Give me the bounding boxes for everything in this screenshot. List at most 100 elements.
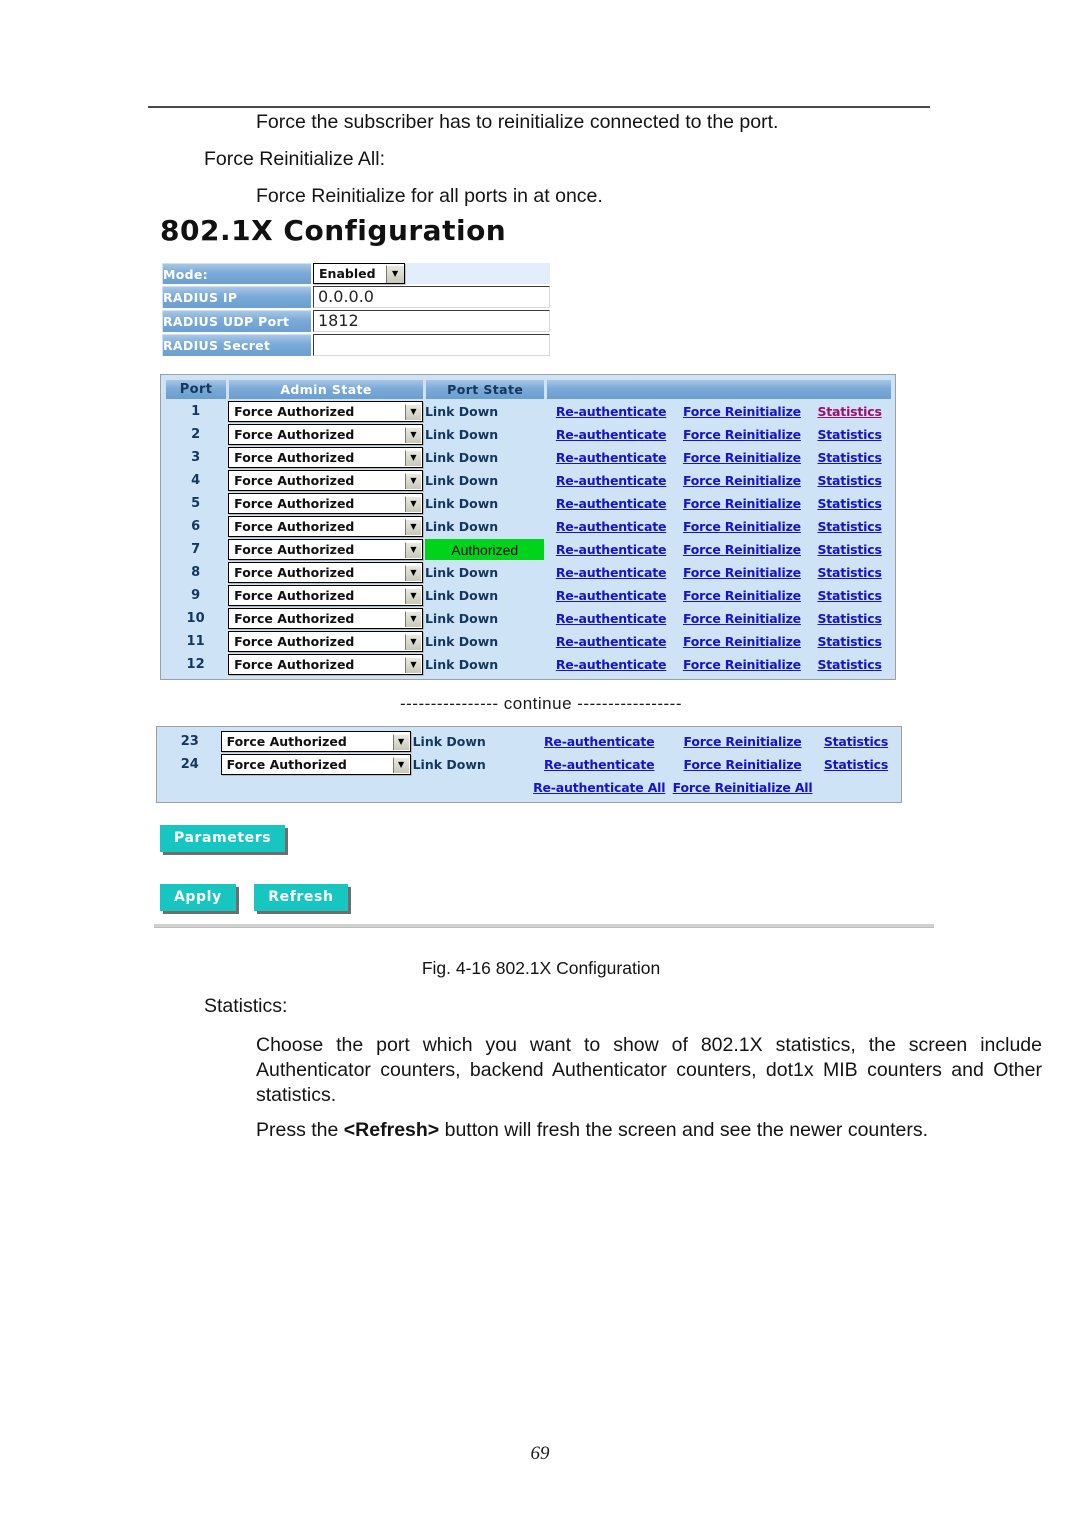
chevron-down-icon[interactable]: ▼ xyxy=(404,472,421,489)
admin-state-select[interactable]: Force Authorized ▼ xyxy=(228,424,423,445)
cell-admin-state: Force Authorized ▼ xyxy=(220,731,411,752)
reauthenticate-link[interactable]: Re-authenticate xyxy=(556,496,667,511)
reauthenticate-link[interactable]: Re-authenticate xyxy=(556,611,667,626)
force-reinitialize-link[interactable]: Force Reinitialize xyxy=(683,404,801,419)
force-reinitialize-link[interactable]: Force Reinitialize xyxy=(684,734,802,749)
chevron-down-icon[interactable]: ▼ xyxy=(404,403,421,420)
force-reinitialize-link[interactable]: Force Reinitialize xyxy=(684,757,802,772)
admin-state-select[interactable]: Force Authorized ▼ xyxy=(228,470,423,491)
admin-state-select[interactable]: Force Authorized ▼ xyxy=(220,754,411,775)
reauthenticate-link[interactable]: Re-authenticate xyxy=(556,473,667,488)
reauthenticate-link[interactable]: Re-authenticate xyxy=(556,404,667,419)
chevron-down-icon[interactable]: ▼ xyxy=(404,587,421,604)
cell-admin-state: Force Authorized ▼ xyxy=(220,754,411,775)
table-row: 7 Force Authorized ▼ Authorized Re-authentic… xyxy=(165,539,891,560)
form-row-radius-secret: RADIUS Secret xyxy=(162,334,550,356)
statistics-link[interactable]: Statistics xyxy=(817,450,881,465)
chevron-down-icon[interactable]: ▼ xyxy=(404,633,421,650)
admin-state-select[interactable]: Force Authorized ▼ xyxy=(228,401,423,422)
reauthenticate-link[interactable]: Re-authenticate xyxy=(544,734,655,749)
statistics-link[interactable]: Statistics xyxy=(817,496,881,511)
refresh-note-pre: Press the xyxy=(256,1119,344,1141)
chevron-down-icon[interactable]: ▼ xyxy=(404,518,421,535)
statistics-link[interactable]: Statistics xyxy=(817,565,881,580)
reauthenticate-link[interactable]: Re-authenticate xyxy=(556,542,667,557)
force-reinitialize-link[interactable]: Force Reinitialize xyxy=(683,634,801,649)
force-reinitialize-link[interactable]: Force Reinitialize xyxy=(683,588,801,603)
reauthenticate-link[interactable]: Re-authenticate xyxy=(544,757,655,772)
cell-port-number: 8 xyxy=(165,562,227,583)
header-port-state: Port State xyxy=(424,379,545,399)
force-reinitialize-link[interactable]: Force Reinitialize xyxy=(683,496,801,511)
statistics-link[interactable]: Statistics xyxy=(817,657,881,672)
statistics-link[interactable]: Statistics xyxy=(824,734,888,749)
bulk-actions-row: Re-authenticate All Force Reinitialize A… xyxy=(161,777,897,798)
section-label-statistics: Statistics: xyxy=(204,995,288,1017)
admin-state-select[interactable]: Force Authorized ▼ xyxy=(228,493,423,514)
refresh-button[interactable]: Refresh xyxy=(254,884,348,911)
force-reinitialize-link[interactable]: Force Reinitialize xyxy=(683,657,801,672)
chevron-down-icon[interactable]: ▼ xyxy=(404,495,421,512)
statistics-link[interactable]: Statistics xyxy=(817,473,881,488)
apply-button[interactable]: Apply xyxy=(160,884,236,911)
admin-state-select[interactable]: Force Authorized ▼ xyxy=(228,608,423,629)
admin-state-select-value: Force Authorized xyxy=(234,473,355,488)
port-table-continued: 23 Force Authorized ▼ Link Down Re-authentic… xyxy=(159,729,899,800)
paragraph-force-reinitialize-all-heading: Force Reinitialize All: xyxy=(204,148,385,170)
mode-label: Mode: xyxy=(162,263,311,284)
force-reinitialize-link[interactable]: Force Reinitialize xyxy=(683,565,801,580)
reauthenticate-link[interactable]: Re-authenticate xyxy=(556,634,667,649)
reauthenticate-link[interactable]: Re-authenticate xyxy=(556,519,667,534)
reauthenticate-link[interactable]: Re-authenticate xyxy=(556,657,667,672)
chevron-down-icon[interactable]: ▼ xyxy=(404,449,421,466)
force-reinitialize-link[interactable]: Force Reinitialize xyxy=(683,427,801,442)
statistics-link[interactable]: Statistics xyxy=(817,634,881,649)
admin-state-select[interactable]: Force Authorized ▼ xyxy=(228,539,423,560)
chevron-down-icon[interactable]: ▼ xyxy=(404,541,421,558)
page-number: 69 xyxy=(530,1443,550,1464)
chevron-down-icon[interactable]: ▼ xyxy=(404,564,421,581)
force-reinitialize-link[interactable]: Force Reinitialize xyxy=(683,473,801,488)
statistics-link[interactable]: Statistics xyxy=(817,588,881,603)
admin-state-select[interactable]: Force Authorized ▼ xyxy=(228,631,423,652)
chevron-down-icon[interactable]: ▼ xyxy=(404,610,421,627)
chevron-down-icon[interactable]: ▼ xyxy=(392,756,409,773)
reauthenticate-link[interactable]: Re-authenticate xyxy=(556,588,667,603)
chevron-down-icon[interactable]: ▼ xyxy=(392,733,409,750)
reauthenticate-link[interactable]: Re-authenticate xyxy=(556,565,667,580)
parameters-button[interactable]: Parameters xyxy=(160,825,286,852)
admin-state-select[interactable]: Force Authorized ▼ xyxy=(220,731,411,752)
action-button-row: Apply Refresh xyxy=(160,884,934,911)
mode-select[interactable]: Enabled ▼ xyxy=(313,263,405,284)
force-reinitialize-link[interactable]: Force Reinitialize xyxy=(683,542,801,557)
force-reinitialize-link[interactable]: Force Reinitialize xyxy=(683,611,801,626)
admin-state-select[interactable]: Force Authorized ▼ xyxy=(228,654,423,675)
chevron-down-icon[interactable]: ▼ xyxy=(385,264,404,283)
force-reinitialize-link[interactable]: Force Reinitialize xyxy=(683,519,801,534)
admin-state-select-value: Force Authorized xyxy=(234,542,355,557)
chevron-down-icon[interactable]: ▼ xyxy=(404,656,421,673)
radius-secret-input[interactable] xyxy=(313,334,550,356)
admin-state-select[interactable]: Force Authorized ▼ xyxy=(228,447,423,468)
chevron-down-icon[interactable]: ▼ xyxy=(404,426,421,443)
force-reinitialize-all-link[interactable]: Force Reinitialize All xyxy=(673,780,813,795)
force-reinitialize-link[interactable]: Force Reinitialize xyxy=(683,450,801,465)
statistics-link[interactable]: Statistics xyxy=(817,542,881,557)
statistics-link[interactable]: Statistics xyxy=(817,427,881,442)
admin-state-select[interactable]: Force Authorized ▼ xyxy=(228,585,423,606)
reauthenticate-link[interactable]: Re-authenticate xyxy=(556,427,667,442)
statistics-link[interactable]: Statistics xyxy=(817,404,881,419)
reauthenticate-all-link[interactable]: Re-authenticate All xyxy=(533,780,665,795)
radius-ip-input[interactable]: 0.0.0.0 xyxy=(313,286,550,308)
admin-state-select[interactable]: Force Authorized ▼ xyxy=(228,562,423,583)
statistics-link[interactable]: Statistics xyxy=(824,757,888,772)
admin-state-select[interactable]: Force Authorized ▼ xyxy=(228,516,423,537)
cell-port-state: Link Down xyxy=(424,470,545,491)
reauthenticate-link[interactable]: Re-authenticate xyxy=(556,450,667,465)
statistics-link[interactable]: Statistics xyxy=(817,611,881,626)
cell-port-state-authorized: Authorized xyxy=(424,539,545,560)
statistics-link[interactable]: Statistics xyxy=(817,519,881,534)
cell-port-number: 7 xyxy=(165,539,227,560)
cell-admin-state: Force Authorized ▼ xyxy=(228,447,423,468)
radius-udp-port-input[interactable]: 1812 xyxy=(313,310,550,332)
